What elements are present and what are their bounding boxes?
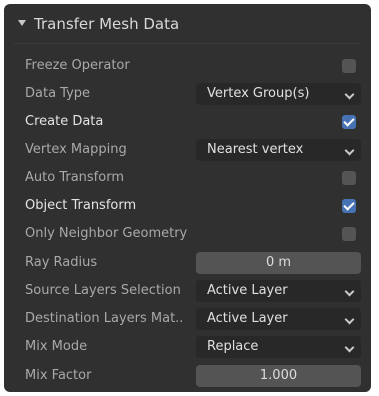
row-vertex-mapping: Vertex Mapping Nearest vertex <box>4 138 371 162</box>
row-freeze-operator: Freeze Operator <box>4 54 371 78</box>
destination-layers-matching-label: Destination Layers Mat.. <box>25 311 184 326</box>
destination-layers-matching-value: Active Layer <box>207 311 288 326</box>
auto-transform-label: Auto Transform <box>25 170 124 185</box>
source-layers-selection-value: Active Layer <box>207 283 288 298</box>
chevron-down-icon <box>344 286 355 297</box>
object-transform-label: Object Transform <box>25 198 137 213</box>
row-destination-layers-matching: Destination Layers Mat.. Active Layer <box>4 307 371 331</box>
chevron-down-icon <box>344 145 355 156</box>
source-layers-selection-dropdown[interactable]: Active Layer <box>196 280 361 302</box>
ray-radius-field[interactable]: 0 m <box>196 252 361 274</box>
row-object-transform: Object Transform <box>4 194 371 218</box>
row-only-neighbor-geometry: Only Neighbor Geometry <box>4 222 371 246</box>
mix-mode-label: Mix Mode <box>25 339 88 354</box>
vertex-mapping-value: Nearest vertex <box>207 142 304 157</box>
ray-radius-label: Ray Radius <box>25 255 98 270</box>
row-source-layers-selection: Source Layers Selection Active Layer <box>4 279 371 303</box>
row-ray-radius: Ray Radius 0 m <box>4 251 371 275</box>
data-type-dropdown[interactable]: Vertex Group(s) <box>196 83 361 105</box>
mix-mode-value: Replace <box>207 339 259 354</box>
freeze-operator-label: Freeze Operator <box>25 58 130 73</box>
destination-layers-matching-dropdown[interactable]: Active Layer <box>196 308 361 330</box>
row-create-data: Create Data <box>4 110 371 134</box>
only-neighbor-geometry-label: Only Neighbor Geometry <box>25 226 188 241</box>
row-mix-factor: Mix Factor 1.000 <box>4 364 371 388</box>
mix-mode-dropdown[interactable]: Replace <box>196 336 361 358</box>
chevron-down-icon <box>344 342 355 353</box>
create-data-label: Create Data <box>25 114 104 129</box>
row-auto-transform: Auto Transform <box>4 166 371 190</box>
collapse-triangle-icon[interactable] <box>18 19 26 26</box>
only-neighbor-geometry-checkbox[interactable] <box>342 227 356 241</box>
data-type-value: Vertex Group(s) <box>207 86 310 101</box>
chevron-down-icon <box>344 314 355 325</box>
header-divider <box>14 43 361 44</box>
auto-transform-checkbox[interactable] <box>342 171 356 185</box>
vertex-mapping-dropdown[interactable]: Nearest vertex <box>196 139 361 161</box>
source-layers-selection-label: Source Layers Selection <box>25 283 181 298</box>
transfer-mesh-data-panel: Transfer Mesh Data Freeze Operator Data … <box>4 4 371 392</box>
data-type-label: Data Type <box>25 86 91 101</box>
vertex-mapping-label: Vertex Mapping <box>25 142 127 157</box>
freeze-operator-checkbox[interactable] <box>342 59 356 73</box>
chevron-down-icon <box>344 89 355 100</box>
create-data-checkbox[interactable] <box>342 115 356 129</box>
object-transform-checkbox[interactable] <box>342 199 356 213</box>
row-mix-mode: Mix Mode Replace <box>4 335 371 359</box>
panel-header[interactable]: Transfer Mesh Data <box>18 11 179 37</box>
panel-title: Transfer Mesh Data <box>34 15 180 33</box>
row-data-type: Data Type Vertex Group(s) <box>4 82 371 106</box>
mix-factor-field[interactable]: 1.000 <box>196 365 361 387</box>
mix-factor-label: Mix Factor <box>25 368 92 383</box>
